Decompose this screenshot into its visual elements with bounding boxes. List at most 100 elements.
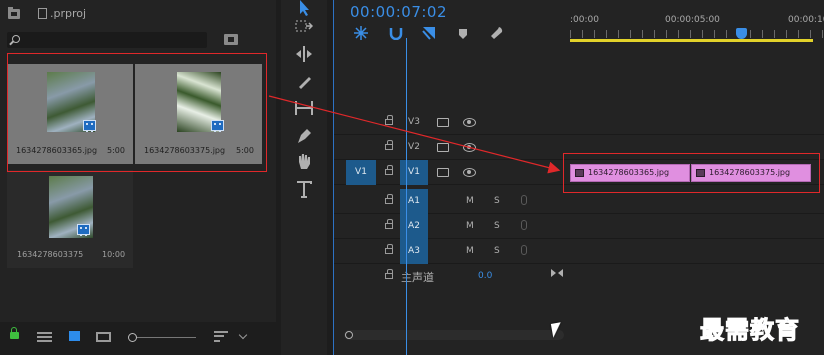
mic-icon[interactable] (521, 220, 527, 230)
selection-tool-icon[interactable] (295, 0, 313, 18)
solo-button[interactable]: S (494, 239, 500, 264)
master-volume-value[interactable]: 0.0 (478, 271, 492, 281)
mouse-cursor-icon (550, 322, 564, 338)
go-to-edit-icon[interactable] (551, 268, 563, 278)
track-header: A3 M S (334, 239, 570, 264)
eye-icon[interactable] (463, 168, 476, 177)
mic-icon[interactable] (521, 245, 527, 255)
track-header: V1 V1 (334, 160, 570, 185)
search-input[interactable] (7, 32, 207, 48)
track-a3: A3 M S (334, 239, 824, 264)
track-lane[interactable] (570, 110, 824, 135)
playhead-timecode[interactable]: 00:00:07:02 (350, 3, 447, 21)
item-duration: 10:00 (102, 250, 126, 259)
track-name[interactable]: V3 (400, 110, 428, 135)
mute-button[interactable]: M (466, 189, 474, 214)
linked-selection-icon[interactable] (389, 26, 403, 40)
add-marker-icon[interactable] (422, 26, 436, 40)
track-name[interactable]: A3 (400, 239, 428, 264)
pen-tool-icon[interactable] (295, 127, 313, 145)
sort-icon[interactable] (214, 331, 228, 342)
image-sequence-badge-icon (83, 120, 96, 132)
sync-lock-icon[interactable] (437, 143, 449, 152)
project-item[interactable]: 1634278603365.jpg 5:00 (7, 64, 133, 164)
ruler-label: :00:00 (570, 15, 599, 25)
lock-icon[interactable] (385, 219, 393, 229)
sync-lock-icon[interactable] (437, 168, 449, 177)
solo-button[interactable]: S (494, 189, 500, 214)
ruler-label: 00:00:10 (788, 15, 824, 25)
track-lane[interactable] (570, 189, 824, 214)
track-lane[interactable] (570, 214, 824, 239)
project-item[interactable]: 1634278603375 10:00 (7, 170, 133, 268)
mic-icon[interactable] (521, 195, 527, 205)
track-name[interactable]: V2 (400, 135, 428, 160)
fx-icon (696, 169, 705, 177)
razor-tool-icon[interactable] (295, 73, 313, 91)
folder-icon[interactable] (8, 7, 20, 19)
wrench-icon[interactable] (490, 26, 504, 40)
track-v2: V2 (334, 135, 824, 160)
image-sequence-badge-icon (211, 120, 224, 132)
time-ruler[interactable]: :00:00 00:00:05:00 00:00:10 (570, 0, 824, 48)
track-header: A2 M S (334, 214, 570, 239)
lock-icon[interactable] (10, 327, 19, 339)
item-name: 1634278603375.jpg (144, 146, 226, 155)
lock-icon[interactable] (385, 244, 393, 254)
work-area-bar[interactable] (570, 39, 813, 42)
solo-button[interactable]: S (494, 214, 500, 239)
marker-icon[interactable] (458, 28, 468, 40)
type-tool-icon[interactable] (295, 180, 313, 198)
playhead-line[interactable] (406, 38, 407, 355)
lock-icon[interactable] (385, 269, 393, 279)
source-patch-v1[interactable]: V1 (346, 160, 376, 185)
track-name[interactable]: V1 (400, 160, 428, 185)
zoom-slider[interactable] (134, 337, 196, 338)
track-a1: A1 M S (334, 189, 824, 214)
hand-tool-icon[interactable] (295, 152, 313, 170)
list-view-icon[interactable] (37, 332, 52, 342)
timeline-clip[interactable]: 1634278603365.jpg (570, 164, 690, 182)
zoom-slider-handle[interactable] (128, 333, 137, 342)
project-item[interactable]: 1634278603375.jpg 5:00 (135, 64, 262, 164)
track-lane[interactable] (570, 135, 824, 160)
horizontal-scrollbar[interactable] (344, 330, 564, 340)
fx-icon (575, 169, 584, 177)
lock-icon[interactable] (385, 115, 393, 125)
track-header: V2 (334, 135, 570, 160)
snap-icon[interactable] (354, 26, 368, 40)
lock-icon[interactable] (385, 194, 393, 204)
track-lane[interactable]: 1634278603365.jpg 1634278603375.jpg (570, 160, 824, 185)
track-select-tool-icon[interactable] (295, 18, 313, 36)
track-name[interactable]: A2 (400, 214, 428, 239)
playhead-handle[interactable] (736, 28, 747, 39)
mute-button[interactable]: M (466, 239, 474, 264)
mute-button[interactable]: M (466, 214, 474, 239)
icon-view-icon[interactable] (69, 331, 80, 341)
item-duration: 5:00 (236, 146, 254, 155)
sync-lock-icon[interactable] (437, 118, 449, 127)
freeform-view-icon[interactable] (96, 332, 111, 342)
track-v1: V1 V1 1634278603365.jpg 1634278603375.jp… (334, 160, 824, 185)
lock-icon[interactable] (385, 140, 393, 150)
sequence-badge-icon (77, 224, 90, 236)
track-name[interactable]: A1 (400, 189, 428, 214)
track-header: V3 (334, 110, 570, 135)
lock-icon[interactable] (385, 165, 393, 175)
master-track: 主声道 0.0 (334, 265, 570, 289)
new-bin-icon[interactable] (224, 34, 238, 45)
slip-tool-icon[interactable] (295, 99, 313, 117)
clip-name: 1634278603365.jpg (588, 168, 670, 177)
watermark-logo: 最需教育 (700, 315, 800, 345)
track-v3: V3 (334, 110, 824, 135)
eye-icon[interactable] (463, 118, 476, 127)
track-lane[interactable] (570, 239, 824, 264)
eye-icon[interactable] (463, 143, 476, 152)
ruler-label: 00:00:05:00 (665, 15, 720, 25)
project-header: .prproj (0, 0, 276, 30)
clip-name: 1634278603375.jpg (709, 168, 791, 177)
project-panel: .prproj 1634278603365.jpg 5:00 163427860… (0, 0, 276, 355)
scrollbar-handle[interactable] (345, 331, 353, 339)
timeline-clip[interactable]: 1634278603375.jpg (691, 164, 811, 182)
ripple-edit-tool-icon[interactable] (295, 45, 313, 63)
